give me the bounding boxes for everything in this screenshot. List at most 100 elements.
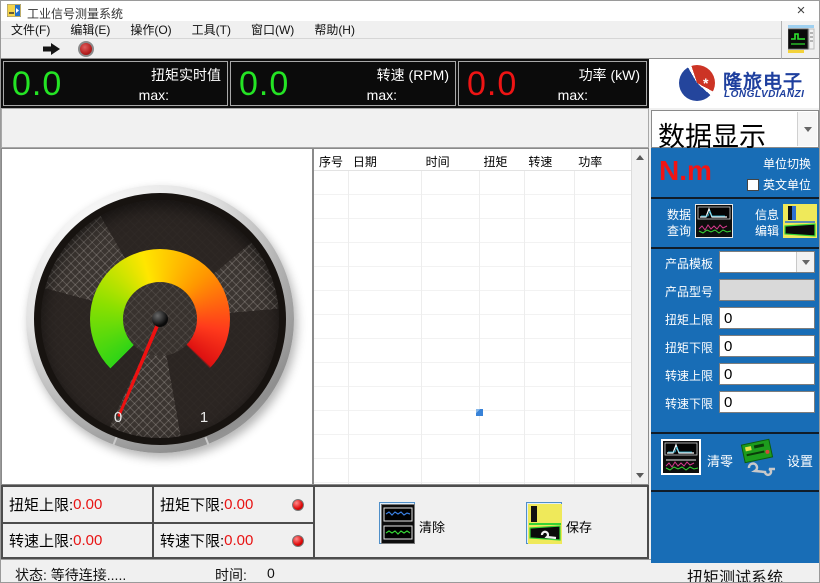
clear-button-label[interactable]: 清除 [419,517,445,536]
table-row [314,315,631,339]
power-display-label: 功率 (kW) [558,65,640,85]
product-template-select[interactable] [719,251,815,273]
speed-lower-input[interactable] [720,392,814,412]
col-time: 时间 [421,149,479,170]
limit-monitor-grid: 扭矩上限: 0.00 扭矩下限: 0.00 转速上限: 0.00 转速下限: 0… [1,485,315,559]
menu-help[interactable]: 帮助(H) [304,20,365,39]
torque-display: 0.0 扭矩实时值 max: [3,61,228,106]
system-name: 扭矩测试系统 [687,564,783,583]
clear-button[interactable] [379,502,415,544]
table-row [314,435,631,459]
settings-button[interactable] [739,437,781,477]
table-row [314,459,631,483]
speed-display-label: 转速 (RPM) [367,65,449,85]
gauge-panel: 0 1 [1,148,313,485]
table-row [314,267,631,291]
torque-lower-input[interactable] [720,336,814,356]
menu-file[interactable]: 文件(F) [1,20,60,39]
torque-upper-field[interactable] [719,307,815,329]
table-row [314,243,631,267]
title-bar: 工业信号测量系统 × [1,1,820,21]
save-button-label[interactable]: 保存 [566,517,592,536]
torque-max-label: max: [139,87,221,103]
torque-upper-label: 扭矩上限 [655,311,713,328]
power-display: 0.0 功率 (kW) max: [458,61,647,106]
settings-button-label[interactable]: 设置 [787,451,813,470]
data-query-label: 数据 查询 [655,207,691,239]
zero-button[interactable] [661,439,701,475]
info-edit-button[interactable] [783,204,817,238]
record-stop-icon[interactable] [78,41,94,57]
speed-display: 0.0 转速 (RPM) max: [230,61,456,106]
gauge-max-label: 1 [194,409,214,426]
torque-alarm-led [292,499,304,511]
table-scrollbar[interactable] [631,149,648,484]
speed-value: 0.0 [239,65,289,104]
torque-display-label: 扭矩实时值 [139,65,221,85]
table-row [314,291,631,315]
zero-button-label[interactable]: 清零 [707,451,733,470]
table-row [314,363,631,387]
torque-lower-field[interactable] [719,335,815,357]
bottom-actions: 清除 保存 [315,485,649,559]
torque-upper-monitor: 扭矩上限: 0.00 [3,487,152,522]
time-label: 时间: [215,565,247,583]
speed-lower-label: 转速下限 [655,395,713,412]
save-button[interactable] [526,502,562,544]
col-power: 功率 [573,149,631,170]
status-text: 状态: 等待连接..... [15,565,126,583]
run-arrow-icon[interactable] [41,42,63,56]
menu-operate[interactable]: 操作(O) [120,20,181,39]
torque-upper-input[interactable] [720,308,814,328]
display-row: 0.0 扭矩实时值 max: 0.0 转速 (RPM) max: 0.0 功率 … [1,59,649,108]
chevron-down-icon[interactable] [796,252,814,272]
col-index: 序号 [314,149,348,170]
speed-upper-label: 转速上限 [655,367,713,384]
gauge-knob [152,311,168,327]
brand-area: * 隆旅电子 LONGLVDIANZI [649,59,820,108]
gauge-min-label: 0 [108,409,128,426]
speed-upper-field[interactable] [719,363,815,385]
scrollbar-down-icon[interactable] [632,467,648,484]
time-value: 0 [267,565,275,581]
menu-window[interactable]: 窗口(W) [241,20,304,39]
data-table: 序号 日期 时间 扭矩 转速 功率 [313,148,649,485]
col-speed: 转速 [523,149,573,170]
table-row [314,219,631,243]
speed-lower-field[interactable] [719,391,815,413]
english-unit-row[interactable]: 英文单位 [747,176,811,193]
power-value: 0.0 [467,65,517,104]
menu-edit[interactable]: 编辑(E) [60,20,120,39]
view-mode-select[interactable]: 数据显示 [651,110,819,148]
toolbar [1,39,781,59]
speed-upper-monitor: 转速上限: 0.00 [3,522,152,557]
info-edit-label: 信息 编辑 [743,207,779,239]
table-row [314,411,631,435]
top-strip [1,108,649,148]
product-model-value[interactable] [720,280,814,300]
scrollbar-up-icon[interactable] [632,149,648,166]
table-header: 序号 日期 时间 扭矩 转速 功率 [314,149,631,171]
close-icon[interactable]: × [787,1,815,21]
torque-lower-monitor: 扭矩下限: 0.00 [152,487,313,522]
table-row [314,195,631,219]
speed-upper-input[interactable] [720,364,814,384]
speed-lower-monitor: 转速下限: 0.00 [152,522,313,557]
product-model-field[interactable] [719,279,815,301]
brand-logo: * [679,65,715,101]
menu-tools[interactable]: 工具(T) [182,20,241,39]
data-query-button[interactable] [695,204,733,238]
chevron-down-icon[interactable] [797,112,817,146]
english-unit-checkbox[interactable] [747,179,759,191]
side-panel: N.m 单位切换 英文单位 数据 查询 信息 编辑 [651,148,820,563]
torque-lower-label: 扭矩下限 [655,339,713,356]
table-row [314,339,631,363]
speed-max-label: max: [367,87,449,103]
panel-icon-cell [781,21,820,59]
brand-name-en: LONGLVDIANZI [724,89,804,100]
power-max-label: max: [558,87,640,103]
speed-alarm-led [292,535,304,547]
cursor-artifact [476,409,483,416]
col-date: 日期 [348,149,421,170]
panel-scope-icon[interactable] [788,25,816,55]
